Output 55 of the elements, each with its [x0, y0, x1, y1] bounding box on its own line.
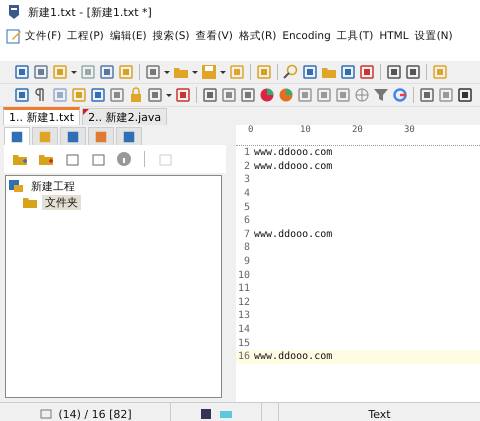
- line-number: 1: [242, 147, 250, 158]
- document-tab[interactable]: 1.. 新建1.txt: [3, 107, 80, 125]
- notepad-pencil-icon[interactable]: [6, 28, 22, 44]
- line-number: 12: [236, 296, 250, 308]
- menu-item[interactable]: 设置(N): [412, 29, 456, 43]
- tree-item[interactable]: 文件夹: [42, 194, 81, 210]
- pie-chart-icon[interactable]: [259, 87, 275, 103]
- menu-item[interactable]: 文件(F): [22, 29, 64, 43]
- line-number: 5: [242, 202, 250, 213]
- line-number: 10: [236, 270, 250, 281]
- menu-item[interactable]: 工具(T): [334, 29, 376, 43]
- ruler-label: 30: [404, 125, 416, 135]
- line-number: 13: [236, 310, 250, 322]
- panel-tab[interactable]: [116, 127, 142, 145]
- menu-item[interactable]: Encoding: [279, 30, 334, 42]
- line-number: 15: [236, 338, 250, 349]
- ruler-label: 10: [300, 125, 312, 135]
- line-number: 8: [242, 242, 250, 254]
- search-icon[interactable]: [283, 64, 299, 80]
- tree-item[interactable]: 新建工程: [28, 178, 78, 194]
- line-text: www.ddooo.com: [253, 147, 332, 158]
- line-number: 9: [242, 256, 250, 268]
- line-number: 16: [236, 351, 250, 362]
- line-text: www.ddooo.com: [253, 351, 332, 362]
- ruler-label: 0: [248, 125, 254, 135]
- panel-tab[interactable]: [4, 127, 30, 145]
- cursor-position: (14) / 16 [82]: [58, 408, 132, 420]
- menu-item[interactable]: HTML: [376, 30, 412, 42]
- line-number: 14: [236, 324, 250, 336]
- line-number: 11: [236, 283, 250, 294]
- funnel-icon[interactable]: [373, 87, 389, 103]
- panel-tab[interactable]: [88, 127, 114, 145]
- pie-chart-icon[interactable]: [278, 87, 294, 103]
- ruler-label: 20: [352, 125, 364, 135]
- panel-tab[interactable]: [60, 127, 86, 145]
- project-icon: [8, 178, 24, 194]
- line-text: www.ddooo.com: [253, 160, 332, 172]
- window-title: 新建1.txt - [新建1.txt *]: [28, 4, 152, 20]
- line-number: 7: [242, 228, 250, 240]
- menu-item[interactable]: 搜索(S): [150, 29, 192, 43]
- app-icon: [6, 4, 22, 20]
- file-type: Text: [368, 408, 391, 420]
- line-number: 2: [242, 160, 250, 172]
- globe-icon[interactable]: [354, 87, 370, 103]
- menu-item[interactable]: 工程(P): [64, 29, 107, 43]
- line-text: www.ddooo.com: [253, 228, 332, 240]
- menu-item[interactable]: 格式(R): [236, 29, 280, 43]
- line-number: 3: [242, 174, 250, 186]
- info-icon[interactable]: [116, 151, 132, 167]
- letter-g-icon[interactable]: [392, 87, 408, 103]
- line-number: 6: [242, 215, 250, 226]
- menu-item[interactable]: 查看(V): [192, 29, 236, 43]
- menu-item[interactable]: 编辑(E): [106, 29, 150, 43]
- line-number: 4: [242, 188, 250, 200]
- document-tab[interactable]: 2.. 新建2.java: [82, 108, 168, 125]
